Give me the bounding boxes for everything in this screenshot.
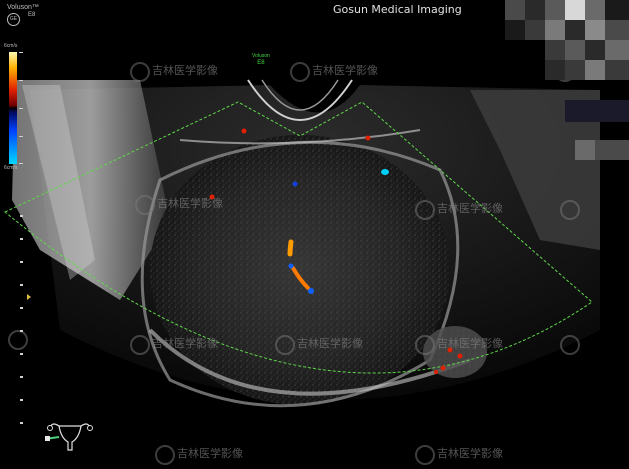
watermark-text: 吉林医学影像: [177, 447, 243, 460]
roi-box-probe: E8: [257, 60, 265, 66]
color-bar-ticks: [19, 52, 23, 164]
watermark-text: 吉林医学影像: [437, 447, 503, 460]
redaction-mosaic: [505, 0, 629, 160]
watermark-text: 吉林医学影像: [157, 197, 223, 210]
watermark-text: 吉林医学影像: [437, 202, 503, 215]
color-scale-label: 6cm/s: [4, 43, 18, 49]
ultrasound-screen: 吉林医学影像 吉林医学影像 吉林医学影像 吉林医学影像 吉林医学影像 吉林医学影…: [0, 0, 629, 469]
ge-logo: GE: [7, 13, 20, 26]
probe-name: E8: [28, 12, 36, 18]
color-velocity-bar: [9, 52, 17, 164]
watermark-text: 吉林医学影像: [152, 337, 218, 350]
color-scale-bottom-label: 6cm/s: [4, 165, 18, 171]
focus-marker-icon[interactable]: [27, 294, 31, 300]
probe-icon: [45, 436, 50, 441]
roi-box-brand: Voluson: [252, 53, 270, 59]
device-brand: Voluson™: [7, 4, 39, 11]
watermark-text: 吉林医学影像: [152, 64, 218, 77]
ovary-texture: [423, 326, 487, 378]
watermark-text: 吉林医学影像: [312, 64, 378, 77]
roi-box-label: Voluson E8: [252, 53, 270, 67]
watermark-text: 吉林医学影像: [437, 337, 503, 350]
watermark-text: 吉林医学影像: [297, 337, 363, 350]
uterus-icon: [45, 423, 93, 451]
site-title: Gosun Medical Imaging: [333, 3, 462, 16]
depth-scale: [20, 215, 28, 445]
